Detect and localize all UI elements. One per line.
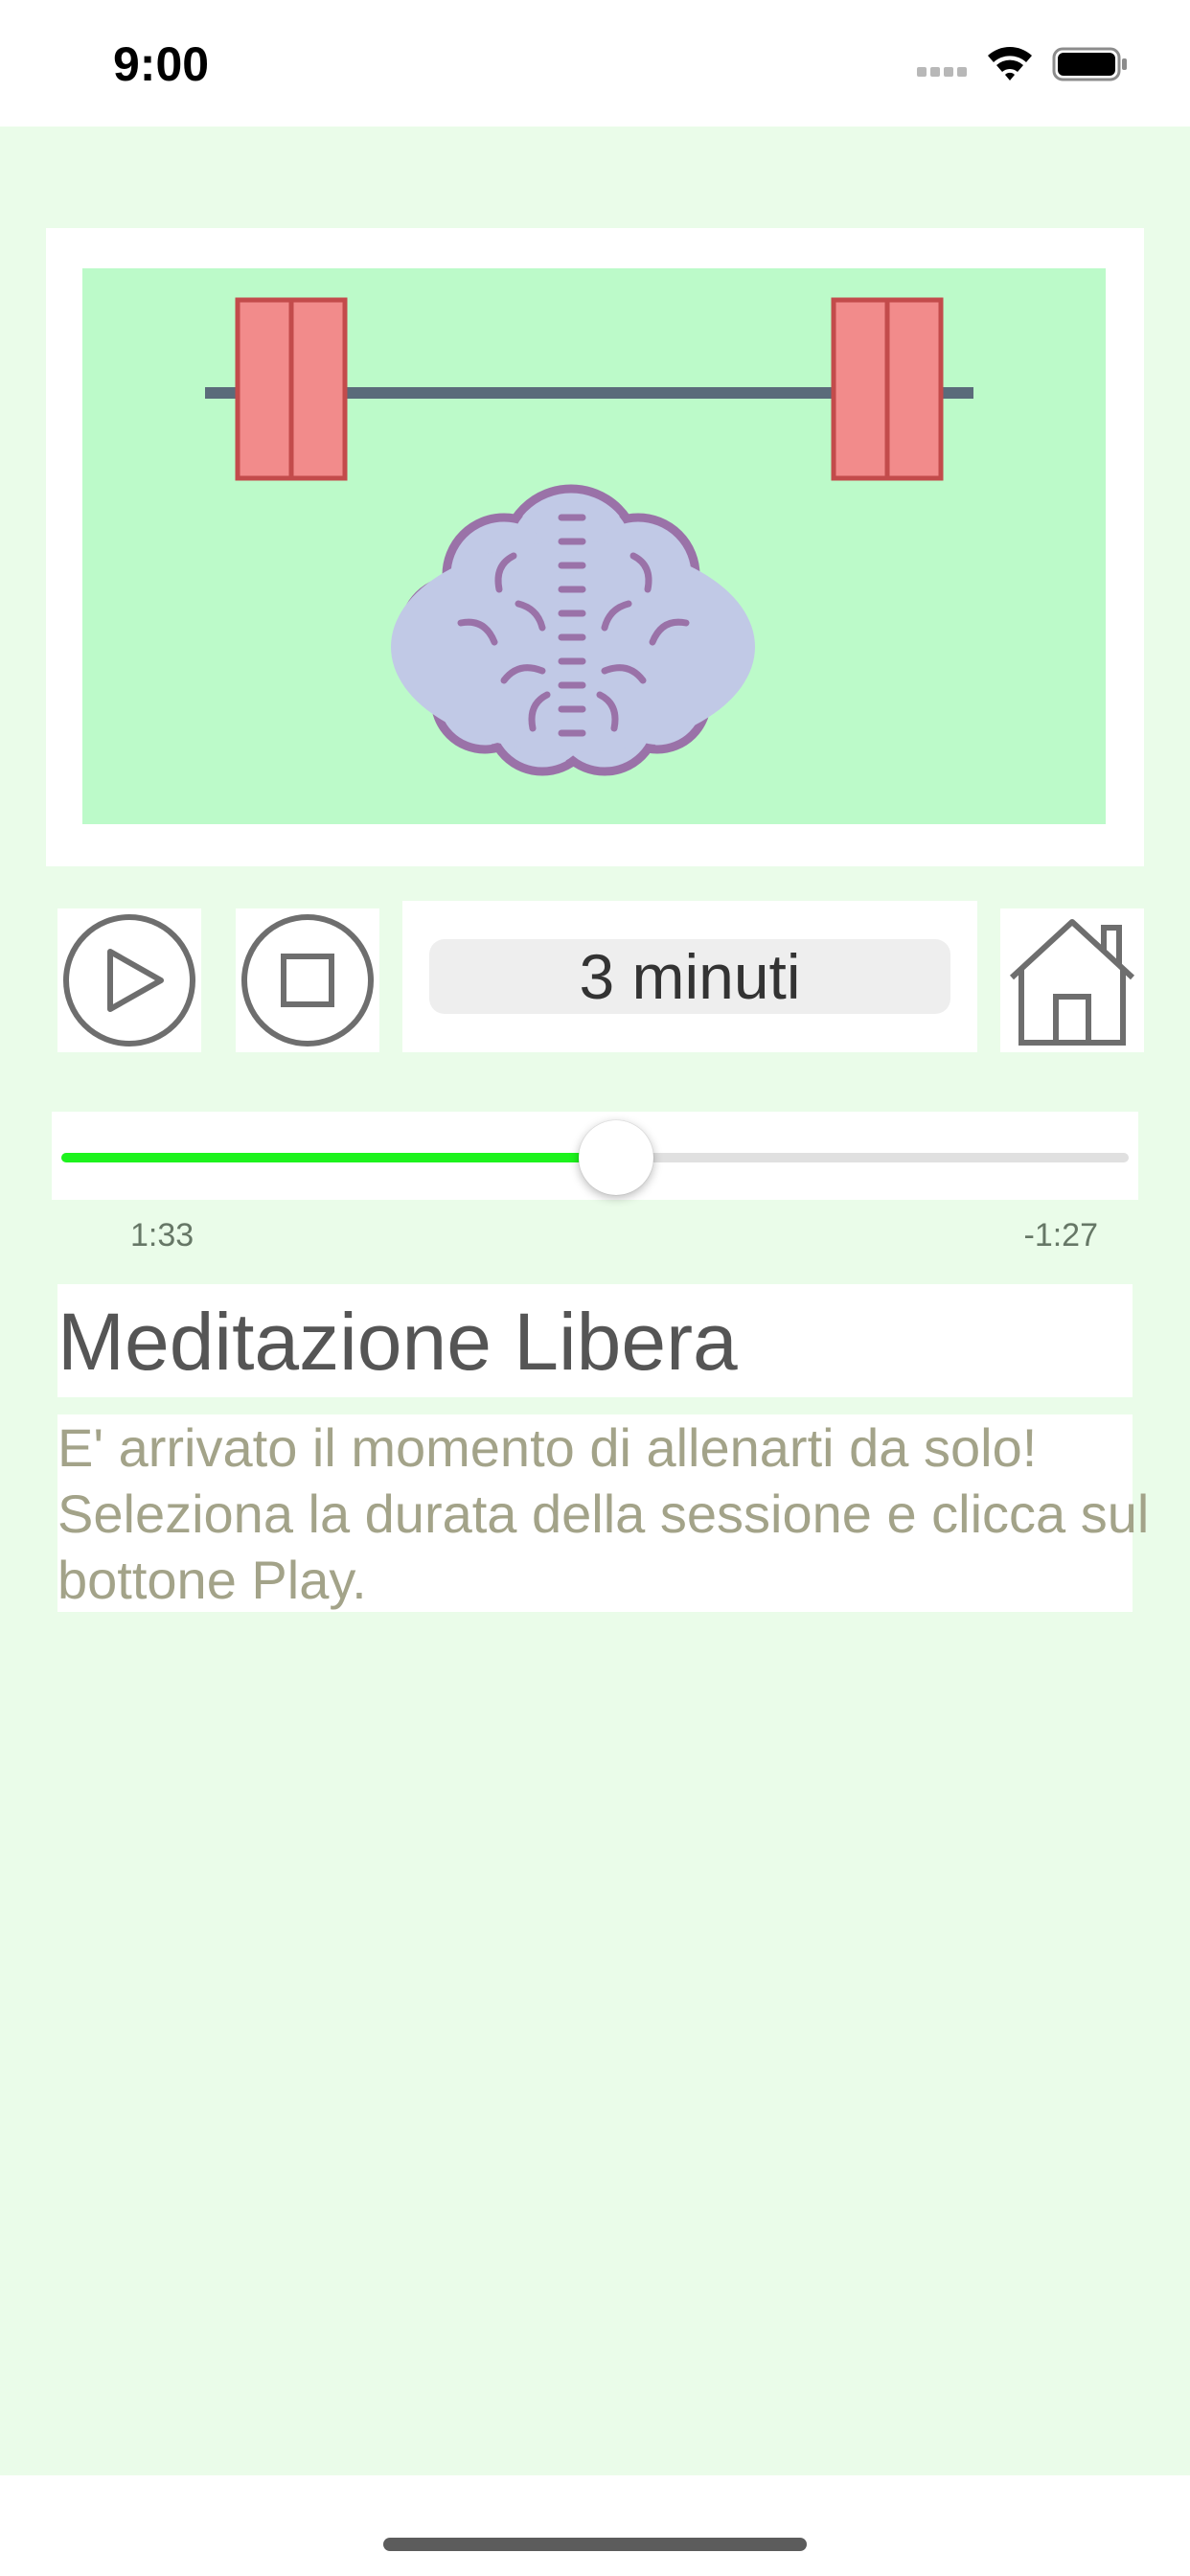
play-icon <box>63 914 195 1046</box>
home-icon <box>1009 919 1135 1046</box>
status-bar: 9:00 <box>0 0 1190 126</box>
stop-button[interactable] <box>236 908 379 1052</box>
left-weight-plate <box>235 297 348 481</box>
remaining-time: -1:27 <box>1023 1217 1099 1254</box>
battery-icon <box>1052 47 1127 81</box>
page-title: Meditazione Libera <box>57 1297 738 1387</box>
stop-icon <box>241 914 374 1046</box>
status-time: 9:00 <box>113 37 210 91</box>
hero-illustration <box>82 268 1106 824</box>
home-indicator[interactable] <box>383 2538 807 2551</box>
play-button[interactable] <box>57 908 201 1052</box>
signal-icon <box>917 67 967 77</box>
slider-progress-fill <box>61 1153 617 1162</box>
hero-image-frame <box>46 228 1144 866</box>
description-container: E' arrivato il momento di allenarti da s… <box>57 1414 1149 1612</box>
right-weight-plate <box>831 297 944 481</box>
barbell-and-brain-illustration <box>205 297 973 776</box>
page-description: E' arrivato il momento di allenarti da s… <box>57 1417 1150 1610</box>
brain-icon <box>391 484 755 776</box>
title-container: Meditazione Libera <box>57 1284 1133 1397</box>
elapsed-time: 1:33 <box>130 1217 195 1254</box>
main-content: 3 minuti 1:33 -1:27 Meditazione Libera E… <box>0 126 1190 2475</box>
duration-value[interactable]: 3 minuti <box>429 939 950 1014</box>
slider-thumb[interactable] <box>579 1120 654 1195</box>
wifi-icon <box>988 47 1032 80</box>
home-button[interactable] <box>1000 908 1144 1052</box>
duration-picker[interactable]: 3 minuti <box>402 901 977 1052</box>
playback-slider[interactable] <box>52 1112 1138 1200</box>
